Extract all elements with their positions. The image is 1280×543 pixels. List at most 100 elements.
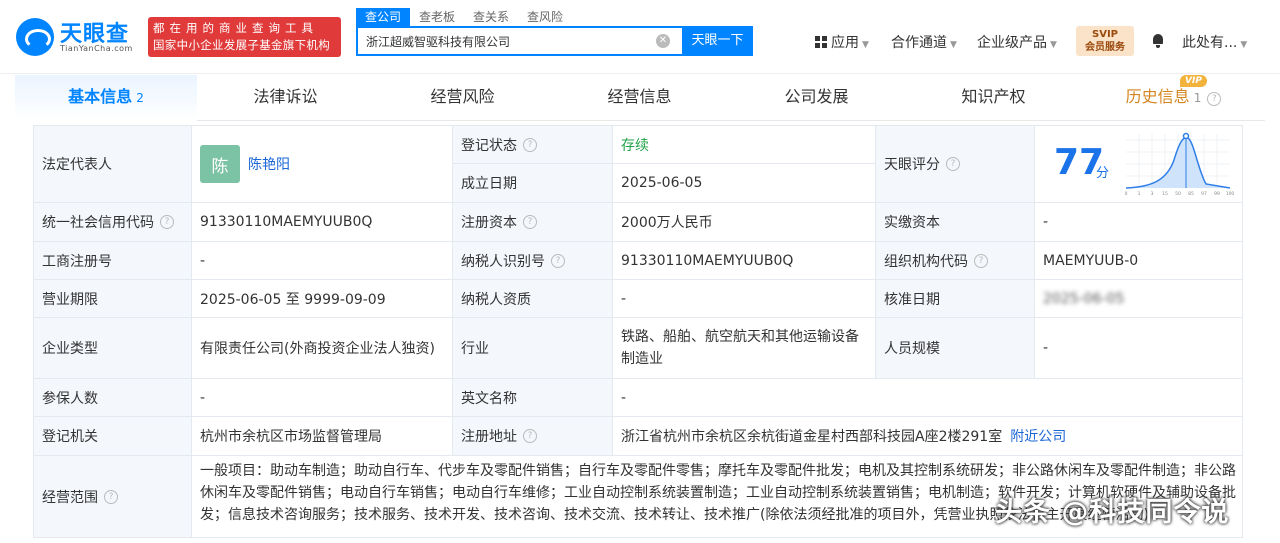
score-axis-tick: 0 xyxy=(1125,191,1128,197)
tab-basic-info-label: 基本信息 xyxy=(68,87,133,106)
slogan-line1: 都在用的商业查询工具 xyxy=(153,21,318,35)
apps-grid-icon xyxy=(815,36,827,48)
search-tab-risk[interactable]: 查风险 xyxy=(518,8,572,26)
tab-development[interactable]: 公司发展 xyxy=(728,75,905,121)
org-code-label-text: 组织机构代码 xyxy=(884,253,968,270)
org-code-value[interactable]: MAEMYUUB-0 xyxy=(1035,242,1243,280)
score-axis-tick: 50 xyxy=(1175,191,1181,197)
tab-legal[interactable]: 法律诉讼 xyxy=(197,75,374,121)
address-label-text: 注册地址 xyxy=(461,429,517,445)
company-tabs: 基本信息 2 法律诉讼 经营风险 经营信息 公司发展 知识产权 历史信息 1? xyxy=(15,75,1265,121)
taxpayer-label: 纳税人资质 xyxy=(453,280,613,318)
tax-id-value[interactable]: 91330110MAEMYUUB0Q xyxy=(613,242,876,280)
credit-code-label-text: 统一社会信用代码 xyxy=(42,215,154,231)
search-tab-relation[interactable]: 查关系 xyxy=(464,8,518,26)
legal-rep-name[interactable]: 陈艳阳 xyxy=(248,154,290,174)
tax-id-label: 纳税人识别号? xyxy=(453,242,613,280)
score-label: 天眼评分? xyxy=(876,125,1035,203)
search-button[interactable]: 天眼一下 xyxy=(682,26,753,56)
address-text: 浙江省杭州市余杭区余杭街道金星村西部科技园A座2楼291室 xyxy=(621,429,1003,445)
score-distribution-chart: 0 1 3 15 50 85 97 99 100 xyxy=(1125,132,1234,197)
taxpayer-value: - xyxy=(613,280,876,318)
insured-label: 参保人数 xyxy=(33,379,192,417)
clear-icon[interactable]: ✕ xyxy=(656,34,670,48)
slogan-banner[interactable]: 都在用的商业查询工具 国家中小企业发展子基金旗下机构 xyxy=(148,17,341,57)
avatar: 陈 xyxy=(200,145,240,183)
score-axis-tick: 97 xyxy=(1201,191,1207,197)
status-badge: 存续 xyxy=(621,137,649,154)
help-icon[interactable]: ? xyxy=(523,215,537,229)
help-icon[interactable]: ? xyxy=(523,137,537,152)
paid-capital-label: 实缴资本 xyxy=(876,203,1035,242)
type-value: 有限责任公司(外商投资企业法人独资) xyxy=(192,318,453,379)
tianyancha-logo[interactable]: 天眼查 TianYanCha.com xyxy=(16,16,140,58)
reg-no-value: - xyxy=(192,242,453,280)
org-code-label: 组织机构代码? xyxy=(876,242,1035,280)
status-label-text: 登记状态 xyxy=(461,137,517,154)
top-header: 天眼查 TianYanCha.com 都在用的商业查询工具 国家中小企业发展子基… xyxy=(0,0,1280,74)
chevron-down-icon: ▼ xyxy=(1050,40,1057,50)
slogan-line2: 国家中小企业发展子基金旗下机构 xyxy=(153,38,330,52)
help-icon[interactable]: ? xyxy=(523,429,537,443)
tab-ip[interactable]: 知识产权 xyxy=(905,75,1082,121)
search-input[interactable]: 浙江超威智驱科技有限公司 ✕ xyxy=(356,26,682,56)
legal-rep-label: 法定代表人 xyxy=(33,125,192,203)
term-value: 2025-06-05 至 9999-09-09 xyxy=(192,280,453,318)
legal-rep-value[interactable]: 陈 陈艳阳 xyxy=(192,125,453,203)
status-value: 存续 xyxy=(613,125,876,164)
nearby-companies-link[interactable]: 附近公司 xyxy=(1010,426,1066,446)
toutiao-watermark: 头条 @科技同令说 xyxy=(995,497,1230,528)
score-axis-tick: 1 xyxy=(1138,191,1141,197)
approve-label: 核准日期 xyxy=(876,280,1035,318)
score-axis-tick: 85 xyxy=(1188,191,1194,197)
nav-enterprise[interactable]: 企业级产品 ▼ xyxy=(977,32,1057,52)
score-axis-tick: 99 xyxy=(1214,191,1220,197)
tab-basic-info[interactable]: 基本信息 2 xyxy=(15,75,197,121)
user-name: 此处有... xyxy=(1182,35,1238,51)
eye-logo-icon xyxy=(16,18,54,56)
en-name-label: 英文名称 xyxy=(453,379,613,417)
chevron-down-icon: ▼ xyxy=(950,40,957,50)
user-menu[interactable]: 此处有... ▼ xyxy=(1182,32,1247,52)
score-axis-tick: 100 xyxy=(1226,191,1234,197)
nav-channel[interactable]: 合作通道 ▼ xyxy=(891,32,957,52)
founded-label: 成立日期 xyxy=(453,164,613,203)
insured-value: - xyxy=(192,379,453,417)
industry-value: 铁路、船舶、航空航天和其他运输设备制造业 xyxy=(613,318,876,379)
approve-value: 2025-06-05 xyxy=(1035,280,1243,318)
chevron-down-icon: ▼ xyxy=(1240,40,1248,50)
staff-value: - xyxy=(1035,318,1243,379)
tax-id-label-text: 纳税人识别号 xyxy=(461,253,545,270)
score-axis-tick: 15 xyxy=(1162,191,1168,197)
address-label: 注册地址? xyxy=(453,417,613,456)
industry-label: 行业 xyxy=(453,318,613,379)
status-label: 登记状态? xyxy=(453,125,613,164)
tab-basic-info-count: 2 xyxy=(136,91,144,105)
help-icon[interactable]: ? xyxy=(1207,92,1222,106)
help-icon[interactable]: ? xyxy=(946,157,960,171)
help-icon[interactable]: ? xyxy=(551,253,565,268)
authority-label: 登记机关 xyxy=(33,417,192,456)
tab-history[interactable]: 历史信息 1? xyxy=(1082,75,1265,121)
tab-operation[interactable]: 经营信息 xyxy=(551,75,728,121)
help-icon[interactable]: ? xyxy=(160,215,174,229)
bell-icon[interactable] xyxy=(1151,34,1165,48)
nav-apps-label: 应用 xyxy=(831,35,859,51)
search-tab-boss[interactable]: 查老板 xyxy=(410,8,464,26)
search-type-tabs: 查公司 查老板 查关系 查风险 xyxy=(356,8,572,26)
help-icon[interactable]: ? xyxy=(974,253,988,268)
founded-value: 2025-06-05 xyxy=(613,164,876,203)
credit-code-value[interactable]: 91330110MAEMYUUB0Q xyxy=(192,203,453,242)
authority-value: 杭州市余杭区市场监督管理局 xyxy=(192,417,453,456)
svip-button[interactable]: SVIP 会员服务 xyxy=(1076,26,1134,56)
capital-label: 注册资本? xyxy=(453,203,613,242)
score-marker-dot xyxy=(1182,132,1190,140)
scope-label: 经营范围? xyxy=(33,456,192,538)
tab-risk[interactable]: 经营风险 xyxy=(374,75,551,121)
help-icon[interactable]: ? xyxy=(104,489,118,504)
nav-apps[interactable]: 应用 ▼ xyxy=(815,32,869,52)
staff-label: 人员规模 xyxy=(876,318,1035,379)
nav-enterprise-label: 企业级产品 xyxy=(977,35,1047,51)
logo-subtitle: TianYanCha.com xyxy=(60,44,133,53)
search-tab-company[interactable]: 查公司 xyxy=(356,8,411,26)
